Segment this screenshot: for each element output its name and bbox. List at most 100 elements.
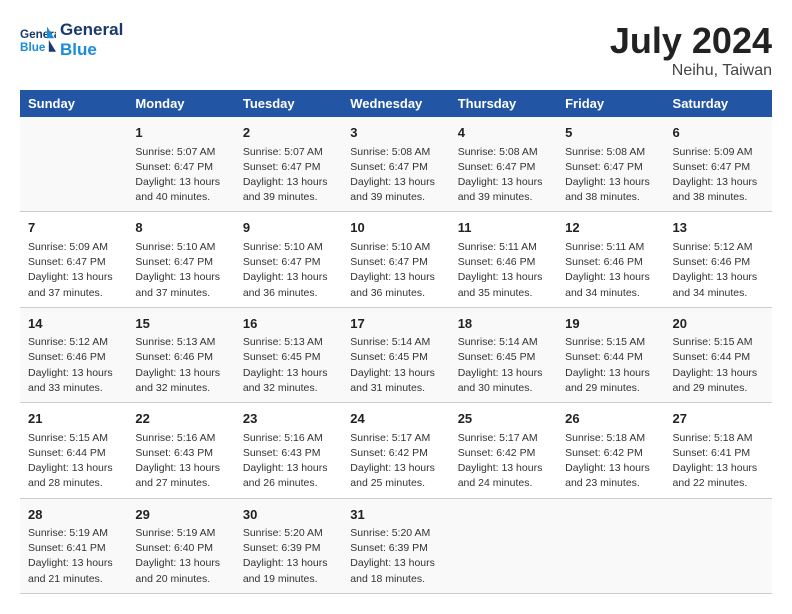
week-row: 21Sunrise: 5:15 AM Sunset: 6:44 PM Dayli… [20,403,772,498]
day-info: Sunrise: 5:20 AM Sunset: 6:39 PM Dayligh… [243,526,334,587]
day-info: Sunrise: 5:15 AM Sunset: 6:44 PM Dayligh… [565,335,656,396]
day-number: 15 [135,314,226,334]
calendar-cell: 7Sunrise: 5:09 AM Sunset: 6:47 PM Daylig… [20,212,127,307]
calendar-cell: 16Sunrise: 5:13 AM Sunset: 6:45 PM Dayli… [235,307,342,402]
calendar-cell: 8Sunrise: 5:10 AM Sunset: 6:47 PM Daylig… [127,212,234,307]
calendar-cell: 5Sunrise: 5:08 AM Sunset: 6:47 PM Daylig… [557,117,664,212]
calendar-cell [20,117,127,212]
day-info: Sunrise: 5:10 AM Sunset: 6:47 PM Dayligh… [350,240,441,301]
calendar-cell: 23Sunrise: 5:16 AM Sunset: 6:43 PM Dayli… [235,403,342,498]
day-number: 14 [28,314,119,334]
day-number: 7 [28,218,119,238]
calendar-cell: 24Sunrise: 5:17 AM Sunset: 6:42 PM Dayli… [342,403,449,498]
calendar-cell: 4Sunrise: 5:08 AM Sunset: 6:47 PM Daylig… [450,117,557,212]
calendar-cell: 29Sunrise: 5:19 AM Sunset: 6:40 PM Dayli… [127,498,234,593]
day-info: Sunrise: 5:09 AM Sunset: 6:47 PM Dayligh… [673,145,764,206]
day-number: 22 [135,409,226,429]
calendar-cell: 27Sunrise: 5:18 AM Sunset: 6:41 PM Dayli… [665,403,772,498]
day-info: Sunrise: 5:19 AM Sunset: 6:40 PM Dayligh… [135,526,226,587]
day-number: 1 [135,123,226,143]
calendar-cell: 2Sunrise: 5:07 AM Sunset: 6:47 PM Daylig… [235,117,342,212]
day-number: 5 [565,123,656,143]
day-info: Sunrise: 5:11 AM Sunset: 6:46 PM Dayligh… [565,240,656,301]
column-header-wednesday: Wednesday [342,90,449,117]
day-number: 25 [458,409,549,429]
day-info: Sunrise: 5:19 AM Sunset: 6:41 PM Dayligh… [28,526,119,587]
calendar-cell: 28Sunrise: 5:19 AM Sunset: 6:41 PM Dayli… [20,498,127,593]
day-number: 28 [28,505,119,525]
day-info: Sunrise: 5:16 AM Sunset: 6:43 PM Dayligh… [135,431,226,492]
day-info: Sunrise: 5:11 AM Sunset: 6:46 PM Dayligh… [458,240,549,301]
page-header: General Blue General Blue July 2024 Neih… [20,20,772,80]
day-info: Sunrise: 5:15 AM Sunset: 6:44 PM Dayligh… [28,431,119,492]
day-number: 26 [565,409,656,429]
calendar-cell: 14Sunrise: 5:12 AM Sunset: 6:46 PM Dayli… [20,307,127,402]
day-info: Sunrise: 5:08 AM Sunset: 6:47 PM Dayligh… [565,145,656,206]
day-number: 30 [243,505,334,525]
day-number: 13 [673,218,764,238]
location-label: Neihu, Taiwan [610,62,772,80]
day-number: 11 [458,218,549,238]
calendar-cell: 30Sunrise: 5:20 AM Sunset: 6:39 PM Dayli… [235,498,342,593]
day-info: Sunrise: 5:12 AM Sunset: 6:46 PM Dayligh… [673,240,764,301]
day-number: 2 [243,123,334,143]
day-info: Sunrise: 5:18 AM Sunset: 6:41 PM Dayligh… [673,431,764,492]
day-info: Sunrise: 5:10 AM Sunset: 6:47 PM Dayligh… [243,240,334,301]
calendar-cell: 21Sunrise: 5:15 AM Sunset: 6:44 PM Dayli… [20,403,127,498]
day-info: Sunrise: 5:17 AM Sunset: 6:42 PM Dayligh… [458,431,549,492]
calendar-cell: 22Sunrise: 5:16 AM Sunset: 6:43 PM Dayli… [127,403,234,498]
calendar-cell: 9Sunrise: 5:10 AM Sunset: 6:47 PM Daylig… [235,212,342,307]
calendar-cell: 17Sunrise: 5:14 AM Sunset: 6:45 PM Dayli… [342,307,449,402]
day-info: Sunrise: 5:16 AM Sunset: 6:43 PM Dayligh… [243,431,334,492]
calendar-cell: 10Sunrise: 5:10 AM Sunset: 6:47 PM Dayli… [342,212,449,307]
svg-text:Blue: Blue [20,41,46,54]
day-info: Sunrise: 5:14 AM Sunset: 6:45 PM Dayligh… [458,335,549,396]
column-header-monday: Monday [127,90,234,117]
day-info: Sunrise: 5:12 AM Sunset: 6:46 PM Dayligh… [28,335,119,396]
day-info: Sunrise: 5:20 AM Sunset: 6:39 PM Dayligh… [350,526,441,587]
day-number: 24 [350,409,441,429]
day-number: 21 [28,409,119,429]
day-number: 4 [458,123,549,143]
calendar-cell: 3Sunrise: 5:08 AM Sunset: 6:47 PM Daylig… [342,117,449,212]
day-info: Sunrise: 5:14 AM Sunset: 6:45 PM Dayligh… [350,335,441,396]
logo: General Blue General Blue [20,20,123,61]
week-row: 1 Sunrise: 5:07 AM Sunset: 6:47 PM Daylig… [20,117,772,212]
calendar-cell: 31Sunrise: 5:20 AM Sunset: 6:39 PM Dayli… [342,498,449,593]
day-number: 23 [243,409,334,429]
calendar-cell [665,498,772,593]
week-row: 28Sunrise: 5:19 AM Sunset: 6:41 PM Dayli… [20,498,772,593]
day-number: 3 [350,123,441,143]
logo-icon: General Blue [20,22,56,58]
day-number: 10 [350,218,441,238]
calendar-cell: 20Sunrise: 5:15 AM Sunset: 6:44 PM Dayli… [665,307,772,402]
day-number: 6 [673,123,764,143]
calendar-cell: 11Sunrise: 5:11 AM Sunset: 6:46 PM Dayli… [450,212,557,307]
day-info: Sunrise: 5:08 AM Sunset: 6:47 PM Dayligh… [458,145,549,206]
day-number: 20 [673,314,764,334]
day-info: Sunrise: 5:17 AM Sunset: 6:42 PM Dayligh… [350,431,441,492]
calendar-cell [557,498,664,593]
calendar-cell: 19Sunrise: 5:15 AM Sunset: 6:44 PM Dayli… [557,307,664,402]
column-headers: SundayMondayTuesdayWednesdayThursdayFrid… [20,90,772,117]
day-info: Sunrise: 5:18 AM Sunset: 6:42 PM Dayligh… [565,431,656,492]
month-year-title: July 2024 [610,20,772,62]
day-info: Sunrise: 5:09 AM Sunset: 6:47 PM Dayligh… [28,240,119,301]
week-row: 7Sunrise: 5:09 AM Sunset: 6:47 PM Daylig… [20,212,772,307]
day-info: Sunrise: 5:15 AM Sunset: 6:44 PM Dayligh… [673,335,764,396]
week-row: 14Sunrise: 5:12 AM Sunset: 6:46 PM Dayli… [20,307,772,402]
day-info: Sunrise: 5:13 AM Sunset: 6:45 PM Dayligh… [243,335,334,396]
day-number: 8 [135,218,226,238]
day-info: Sunrise: 5:13 AM Sunset: 6:46 PM Dayligh… [135,335,226,396]
column-header-sunday: Sunday [20,90,127,117]
column-header-tuesday: Tuesday [235,90,342,117]
day-number: 31 [350,505,441,525]
calendar-table: SundayMondayTuesdayWednesdayThursdayFrid… [20,90,772,594]
calendar-cell: 18Sunrise: 5:14 AM Sunset: 6:45 PM Dayli… [450,307,557,402]
calendar-cell: 25Sunrise: 5:17 AM Sunset: 6:42 PM Dayli… [450,403,557,498]
calendar-cell: 15Sunrise: 5:13 AM Sunset: 6:46 PM Dayli… [127,307,234,402]
calendar-cell: 6Sunrise: 5:09 AM Sunset: 6:47 PM Daylig… [665,117,772,212]
title-area: July 2024 Neihu, Taiwan [610,20,772,80]
calendar-cell: 13Sunrise: 5:12 AM Sunset: 6:46 PM Dayli… [665,212,772,307]
day-info: Sunrise: 5:07 AM Sunset: 6:47 PM Dayligh… [243,145,334,206]
